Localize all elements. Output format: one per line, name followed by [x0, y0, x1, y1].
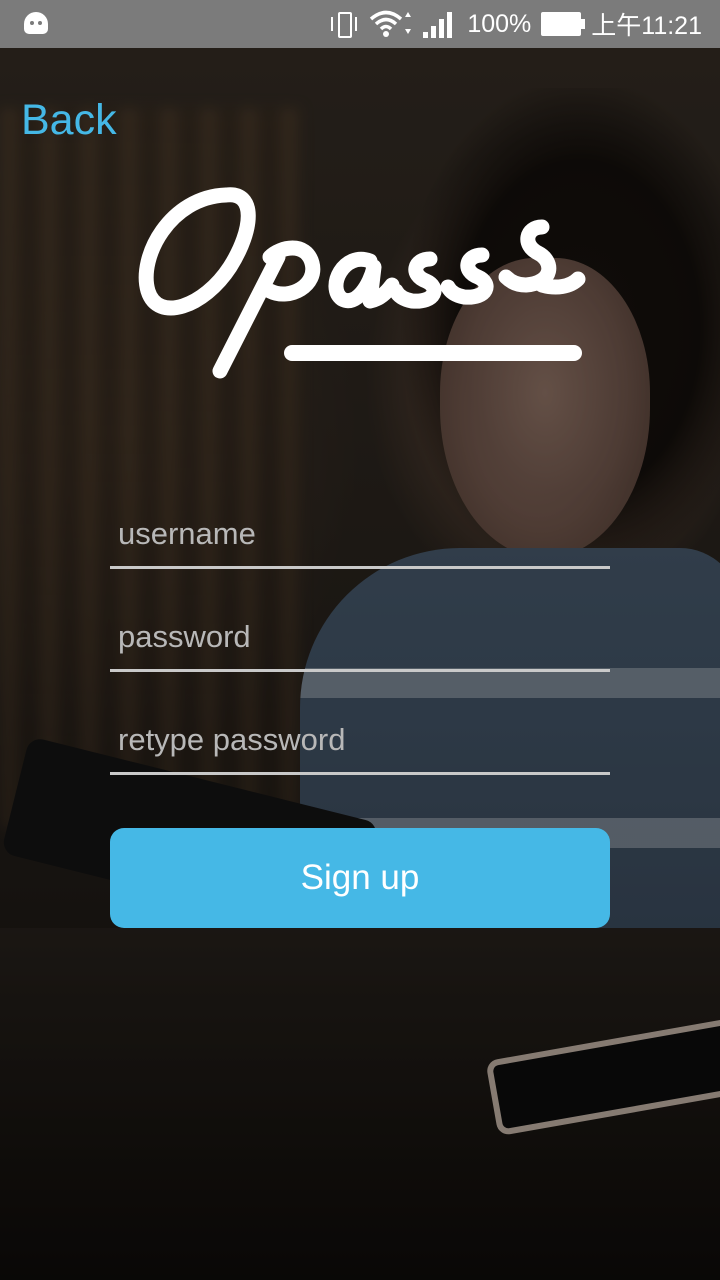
retype-password-field: [110, 696, 610, 775]
signal-icon: [423, 10, 457, 38]
status-icons: 100% 上午11:21: [329, 0, 702, 48]
password-input[interactable]: [110, 619, 610, 655]
battery-icon: [541, 12, 586, 36]
signup-button[interactable]: Sign up: [110, 828, 610, 928]
signup-form: [110, 490, 610, 799]
battery-percent: 100%: [467, 9, 532, 38]
status-bar: 100% 上午11:21: [0, 0, 720, 48]
vibrate-icon: [329, 10, 359, 38]
username-field: [110, 490, 610, 569]
wifi-icon: [370, 10, 412, 37]
opass-logo: [138, 187, 586, 379]
retype-password-input[interactable]: [110, 722, 610, 758]
username-input[interactable]: [110, 516, 610, 552]
clock: 上午11:21: [591, 12, 702, 40]
back-link[interactable]: Back: [21, 96, 117, 145]
android-icon: [24, 12, 48, 34]
password-field: [110, 593, 610, 672]
